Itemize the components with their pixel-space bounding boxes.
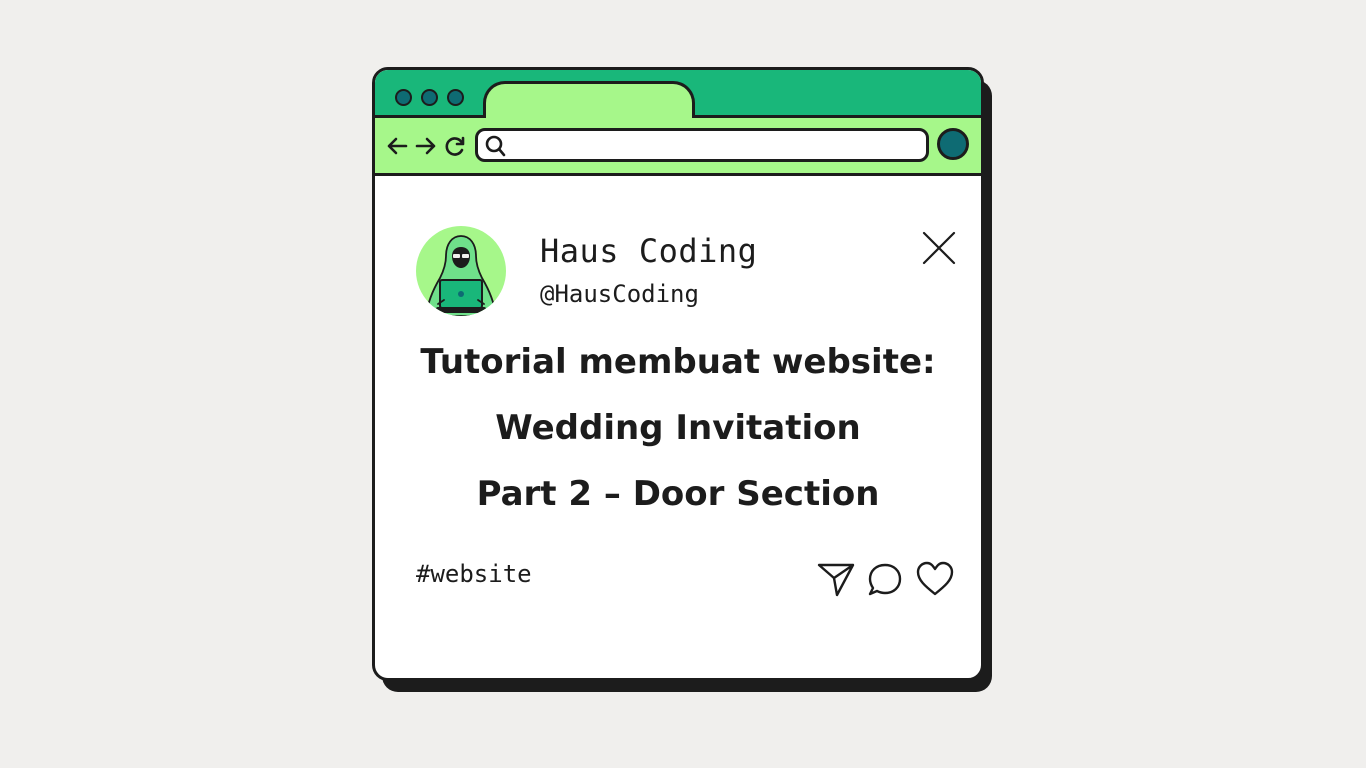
window-dot-1[interactable]	[395, 89, 412, 106]
heart-icon[interactable]	[915, 560, 955, 598]
comment-icon[interactable]	[865, 560, 905, 598]
window-dot-3[interactable]	[447, 89, 464, 106]
search-input[interactable]	[475, 128, 929, 162]
search-icon	[485, 135, 506, 157]
hacker-avatar-icon	[425, 235, 497, 316]
arrow-left-icon[interactable]	[385, 135, 409, 157]
arrow-right-icon[interactable]	[414, 135, 438, 157]
profile-circle[interactable]	[937, 128, 969, 160]
browser-window: Haus Coding @HausCoding Tutorial membuat…	[372, 67, 984, 681]
avatar	[416, 226, 506, 316]
post-title-line-2: Wedding Invitation	[495, 408, 861, 448]
post-title-line-3: Part 2 – Door Section	[476, 474, 880, 514]
stage: Haus Coding @HausCoding Tutorial membuat…	[0, 0, 1366, 768]
reload-icon[interactable]	[443, 135, 467, 157]
author-handle[interactable]: @HausCoding	[540, 280, 699, 308]
author-name[interactable]: Haus Coding	[540, 232, 757, 270]
post-title-line-1: Tutorial membuat website:	[420, 342, 936, 382]
address-toolbar	[375, 118, 981, 176]
browser-tab[interactable]	[483, 81, 695, 121]
close-icon[interactable]	[921, 230, 957, 266]
title-bar	[375, 70, 981, 121]
send-icon[interactable]	[816, 560, 856, 598]
hashtag-link[interactable]: #website	[416, 560, 532, 588]
window-dot-2[interactable]	[421, 89, 438, 106]
